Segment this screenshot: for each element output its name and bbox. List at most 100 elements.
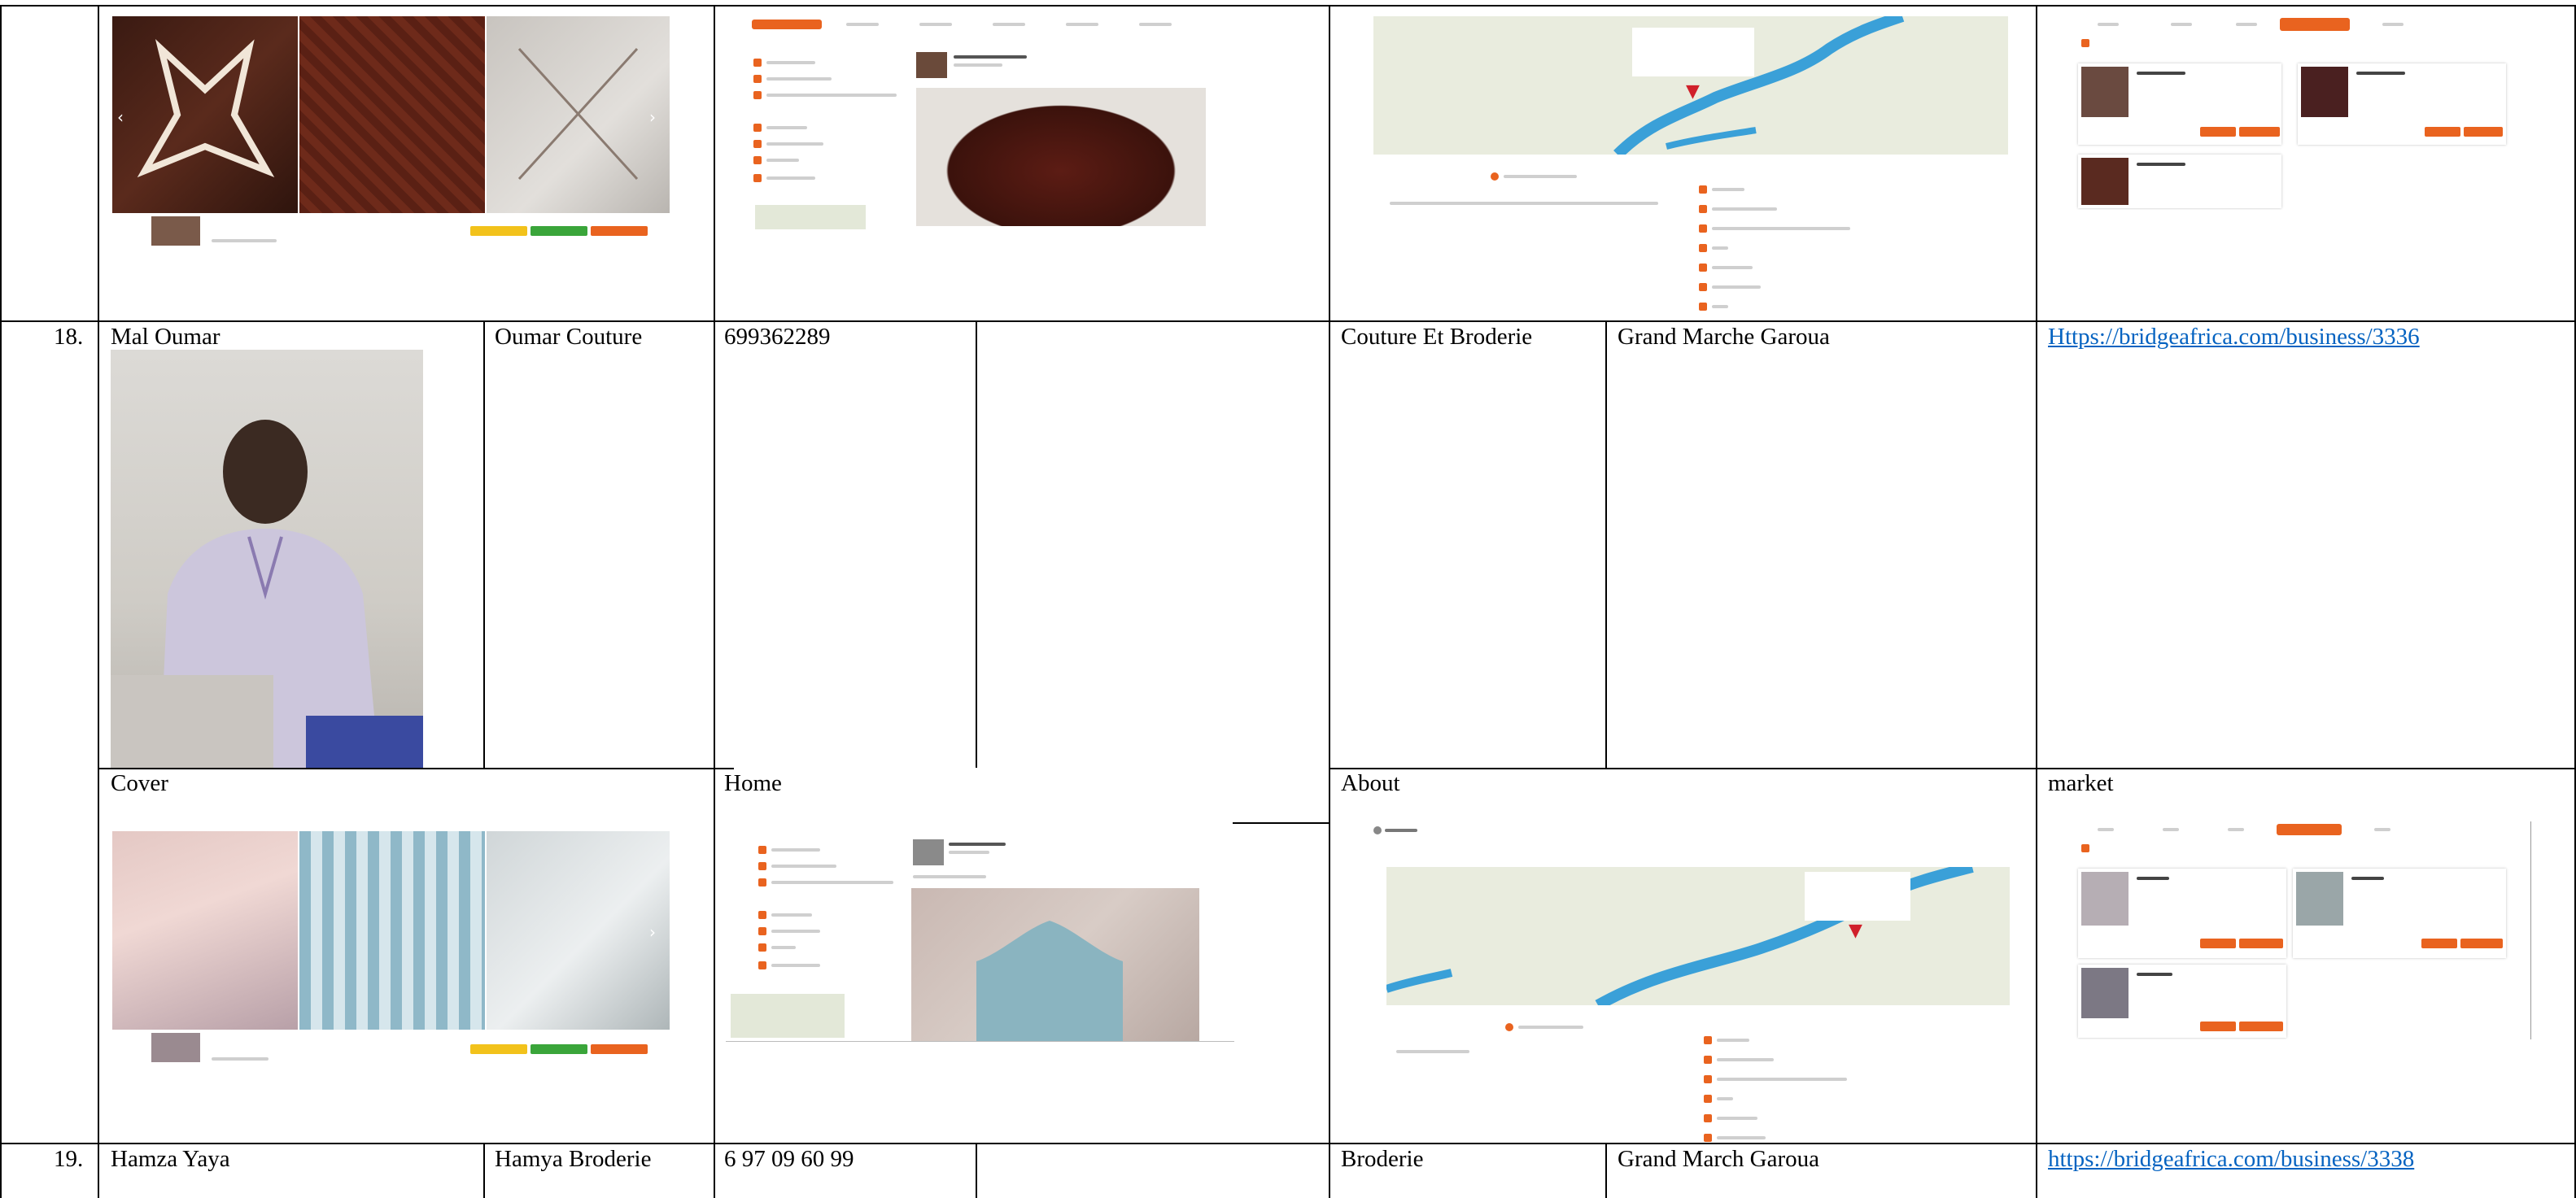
info-line (766, 142, 823, 146)
business-name-line (212, 1057, 269, 1061)
about-line (1396, 1050, 1469, 1053)
cover-screenshot: ‹ › (106, 11, 670, 251)
community-button[interactable] (591, 1044, 648, 1054)
table-border (714, 5, 715, 1198)
cart-button[interactable] (2239, 1022, 2283, 1031)
info-line (1717, 1078, 1847, 1081)
map-popup (1805, 872, 1910, 921)
avatar (151, 216, 200, 246)
map-popup (1632, 28, 1754, 76)
product-card[interactable] (2078, 869, 2286, 958)
follow-button[interactable] (470, 226, 527, 236)
table-border (483, 320, 485, 768)
buy-button[interactable] (2200, 939, 2236, 948)
product-card[interactable] (2078, 63, 2281, 145)
table-border (1329, 5, 1330, 1198)
chevron-left-icon[interactable]: ‹ (117, 107, 124, 127)
product-name-line (2137, 72, 2185, 75)
map: ▼ (1373, 16, 2008, 155)
info-icon (1699, 244, 1707, 252)
buy-button[interactable] (2425, 127, 2460, 137)
cart-button[interactable] (2460, 939, 2503, 948)
info-icon (1704, 1095, 1712, 1103)
product-card[interactable] (2078, 965, 2286, 1038)
buy-button[interactable] (2421, 939, 2457, 948)
table-border (0, 1143, 2576, 1144)
tab[interactable] (2098, 23, 2119, 26)
table-border (1330, 768, 2576, 769)
info-icon (758, 862, 766, 870)
info-line (1717, 1039, 1749, 1042)
cart-button[interactable] (2464, 127, 2503, 137)
about-line (1390, 202, 1658, 205)
tab[interactable] (846, 23, 879, 26)
product-card[interactable] (2298, 63, 2506, 145)
tab-active[interactable] (752, 20, 822, 29)
cover-photo (487, 16, 670, 213)
about-icon (1505, 1023, 1513, 1031)
info-icon (758, 911, 766, 919)
message-button[interactable] (530, 226, 587, 236)
post-author-line (949, 843, 1006, 846)
cart-button[interactable] (2239, 127, 2280, 137)
tab[interactable] (1066, 23, 1098, 26)
business-name: Hamya Broderie (495, 1146, 652, 1172)
tab[interactable] (2171, 23, 2192, 26)
section-label-home: Home (724, 770, 782, 796)
info-icon (1699, 185, 1707, 194)
info-line (766, 126, 807, 129)
add-icon[interactable] (2081, 39, 2089, 47)
buy-button[interactable] (2200, 1022, 2236, 1031)
map-pin-icon (758, 878, 766, 887)
tab[interactable] (2098, 828, 2114, 831)
product-name-line (2137, 877, 2169, 880)
info-icon (758, 961, 766, 969)
message-button[interactable] (530, 1044, 587, 1054)
product-photo (2081, 158, 2128, 205)
info-line (1717, 1097, 1733, 1100)
about-screenshot: ▼ (1373, 16, 2008, 317)
avatar (913, 839, 944, 865)
mini-map (731, 994, 845, 1038)
tab[interactable] (2382, 23, 2404, 26)
owner-name: Hamza Yaya (111, 1146, 230, 1172)
avatar (916, 52, 947, 78)
info-line (771, 865, 836, 868)
tab-active[interactable] (2280, 18, 2350, 31)
chevron-right-icon[interactable]: › (649, 922, 656, 942)
info-line (771, 930, 820, 933)
info-line (1712, 227, 1850, 230)
cart-button[interactable] (2239, 939, 2283, 948)
product-card[interactable] (2078, 155, 2281, 208)
phone-number: 699362289 (724, 324, 831, 350)
cover-photo (112, 16, 298, 213)
tab[interactable] (2163, 828, 2179, 831)
post-date-line (954, 63, 1002, 67)
table-border (98, 5, 99, 1198)
tab[interactable] (919, 23, 952, 26)
cover-photo (299, 16, 485, 213)
business-link[interactable]: https://bridgeafrica.com/business/3338 (2048, 1145, 2414, 1173)
info-icon (753, 59, 762, 67)
product-name-line (2137, 163, 2185, 166)
tab[interactable] (993, 23, 1025, 26)
community-button[interactable] (591, 226, 648, 236)
post-author-line (954, 55, 1027, 59)
follow-button[interactable] (470, 1044, 527, 1054)
category: Couture Et Broderie (1341, 324, 1533, 350)
tab[interactable] (2236, 23, 2257, 26)
tab[interactable] (2374, 828, 2390, 831)
buy-button[interactable] (2200, 127, 2236, 137)
tab[interactable] (1139, 23, 1172, 26)
map-pin-icon: ▼ (1849, 921, 1862, 941)
info-icon (758, 927, 766, 935)
product-photo (2081, 968, 2128, 1018)
add-icon[interactable] (2081, 844, 2089, 852)
info-icon (1699, 303, 1707, 311)
business-link[interactable]: Https://bridgeafrica.com/business/3336 (2048, 323, 2420, 351)
chevron-right-icon[interactable]: › (649, 107, 656, 127)
tab-active[interactable] (2277, 824, 2342, 835)
product-card[interactable] (2293, 869, 2506, 958)
market-screenshot (2073, 15, 2513, 210)
tab[interactable] (2228, 828, 2244, 831)
